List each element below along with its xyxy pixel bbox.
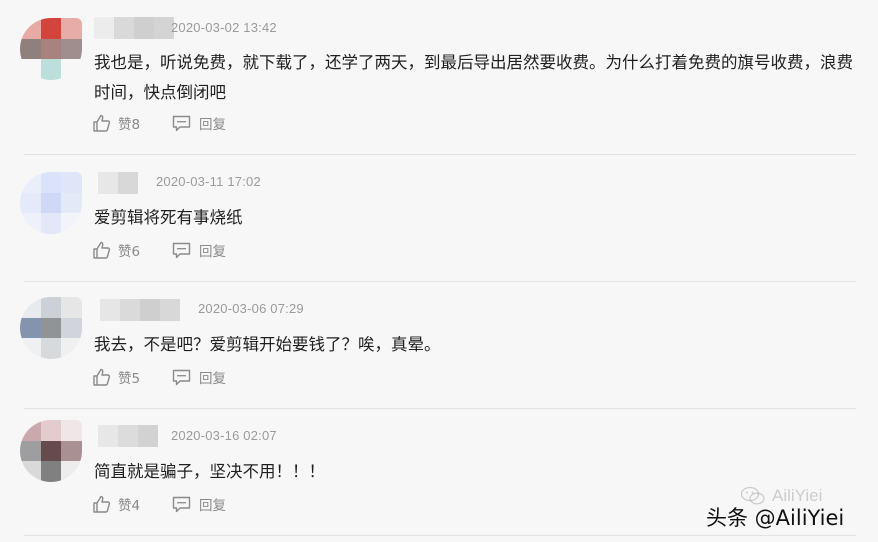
- avatar[interactable]: [20, 172, 82, 234]
- avatar[interactable]: [20, 297, 82, 359]
- thumbs-up-icon: [93, 114, 111, 132]
- thumbs-up-icon: [93, 368, 111, 386]
- reply-label: 回复: [199, 117, 226, 133]
- comment-bubble-icon: [172, 115, 191, 131]
- like-count: 赞6: [118, 244, 141, 260]
- comment-text: 爱剪辑将死有事烧纸: [94, 208, 243, 227]
- avatar[interactable]: [20, 18, 82, 80]
- reply-button[interactable]: 回复: [172, 113, 226, 133]
- comment-timestamp: 2020-03-16 02:07: [171, 428, 277, 443]
- like-button[interactable]: 赞5: [92, 367, 158, 387]
- blurred-username[interactable]: [98, 425, 158, 447]
- comment-timestamp: 2020-03-11 17:02: [156, 174, 261, 189]
- comment-divider: [24, 154, 856, 155]
- reply-button[interactable]: 回复: [172, 494, 226, 514]
- reply-label: 回复: [199, 244, 226, 260]
- comment-text: 我也是，听说免费，就下载了，还学了两天，到最后导出居然要收费。为什么打着免费的旗…: [94, 53, 853, 102]
- reply-button[interactable]: 回复: [172, 367, 226, 387]
- comment-divider: [24, 408, 856, 409]
- comment-bubble-icon: [172, 496, 191, 512]
- comment-timestamp: 2020-03-02 13:42: [171, 20, 277, 35]
- reply-label: 回复: [199, 498, 226, 514]
- avatar[interactable]: [20, 420, 82, 482]
- like-button[interactable]: 赞8: [92, 113, 158, 133]
- comment-actions: 赞6 回复: [92, 240, 226, 260]
- blurred-username[interactable]: [94, 17, 174, 39]
- like-count: 赞8: [118, 117, 141, 133]
- toutiao-watermark: 头条 @AiliYiei: [706, 506, 845, 530]
- thumbs-up-icon: [93, 241, 111, 259]
- comment-text: 我去，不是吧？爱剪辑开始要钱了？唉，真晕。: [94, 335, 441, 354]
- comment-text: 简直就是骗子，坚决不用！！！: [94, 462, 325, 481]
- comment-actions: 赞4 回复: [92, 494, 226, 514]
- thumbs-up-icon: [93, 495, 111, 513]
- like-count: 赞4: [118, 498, 141, 514]
- like-button[interactable]: 赞4: [92, 494, 158, 514]
- blurred-username[interactable]: [100, 299, 180, 321]
- reply-label: 回复: [199, 371, 226, 387]
- reply-button[interactable]: 回复: [172, 240, 226, 260]
- comment-timestamp: 2020-03-06 07:29: [198, 301, 304, 316]
- like-button[interactable]: 赞6: [92, 240, 158, 260]
- comment-divider: [24, 281, 856, 282]
- blurred-username[interactable]: [98, 172, 138, 194]
- comment-actions: 赞5 回复: [92, 367, 226, 387]
- comment-actions: 赞8 回复: [92, 113, 226, 133]
- comment-bubble-icon: [172, 242, 191, 258]
- comment-divider: [24, 535, 856, 536]
- like-count: 赞5: [118, 371, 141, 387]
- comment-bubble-icon: [172, 369, 191, 385]
